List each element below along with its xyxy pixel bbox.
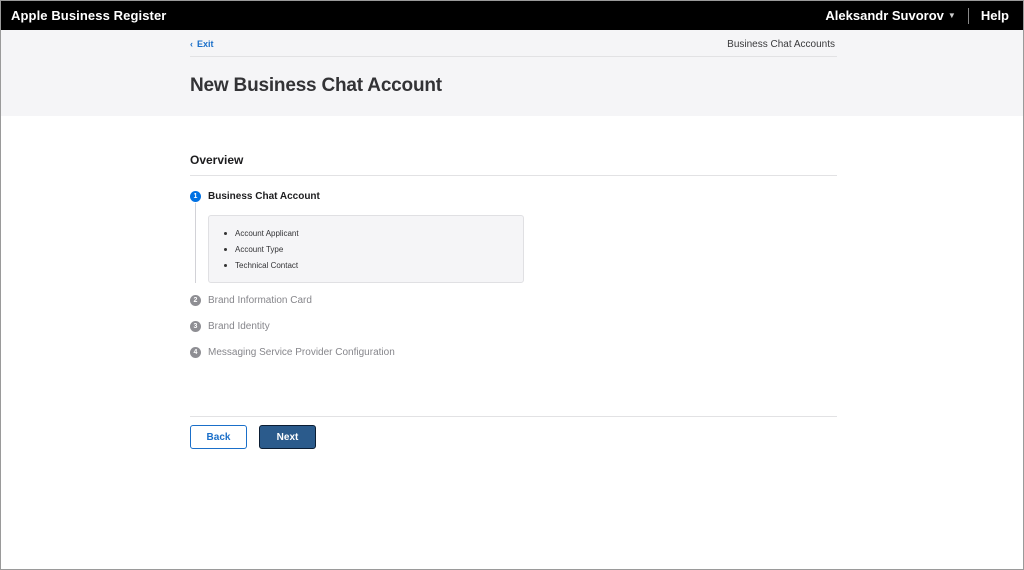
step-brand-information-card: 2 Brand Information Card (190, 295, 312, 306)
substep-label: Account Applicant (235, 229, 299, 238)
bullet-icon (224, 248, 227, 251)
breadcrumb[interactable]: Business Chat Accounts (727, 39, 835, 50)
bullet-icon (224, 264, 227, 267)
chevron-left-icon: ‹ (190, 39, 193, 49)
exit-link[interactable]: ‹ Exit (190, 39, 214, 49)
list-item: Technical Contact (224, 260, 523, 276)
exit-label: Exit (197, 39, 214, 49)
nav-divider (967, 7, 969, 24)
overview-title: Overview (190, 153, 244, 167)
step-brand-identity: 3 Brand Identity (190, 321, 270, 332)
chevron-down-icon: ▼ (947, 11, 956, 20)
page-title: New Business Chat Account (190, 75, 442, 96)
step-connector-line (195, 203, 196, 283)
user-menu[interactable]: Aleksandr Suvorov ▼ (825, 8, 967, 23)
step-number-icon: 1 (190, 191, 201, 202)
top-right-controls: Aleksandr Suvorov ▼ Help (825, 1, 1023, 30)
next-button[interactable]: Next (259, 425, 316, 449)
page-header-band (1, 30, 1023, 116)
list-item: Account Applicant (224, 228, 523, 244)
top-navigation-bar: Apple Business Register Aleksandr Suvoro… (1, 1, 1023, 30)
step-label: Business Chat Account (208, 191, 320, 202)
step-messaging-service-provider: 4 Messaging Service Provider Configurati… (190, 347, 395, 358)
step-business-chat-account: 1 Business Chat Account (190, 191, 320, 202)
substeps-panel: Account Applicant Account Type Technical… (208, 215, 524, 283)
list-item: Account Type (224, 244, 523, 260)
step-label: Brand Identity (208, 321, 270, 332)
step-number-icon: 3 (190, 321, 201, 332)
step-label: Messaging Service Provider Configuration (208, 347, 395, 358)
step-number-icon: 2 (190, 295, 201, 306)
substep-label: Technical Contact (235, 261, 299, 270)
user-name: Aleksandr Suvorov (825, 8, 944, 23)
overview-divider (190, 175, 837, 176)
footer-divider (190, 416, 837, 417)
help-link[interactable]: Help (981, 8, 1009, 23)
app-brand[interactable]: Apple Business Register (11, 8, 166, 23)
substep-label: Account Type (235, 245, 284, 254)
step-label: Brand Information Card (208, 295, 312, 306)
header-divider (190, 56, 837, 57)
step-number-icon: 4 (190, 347, 201, 358)
bullet-icon (224, 232, 227, 235)
back-button[interactable]: Back (190, 425, 247, 449)
substeps-list: Account Applicant Account Type Technical… (209, 216, 523, 276)
